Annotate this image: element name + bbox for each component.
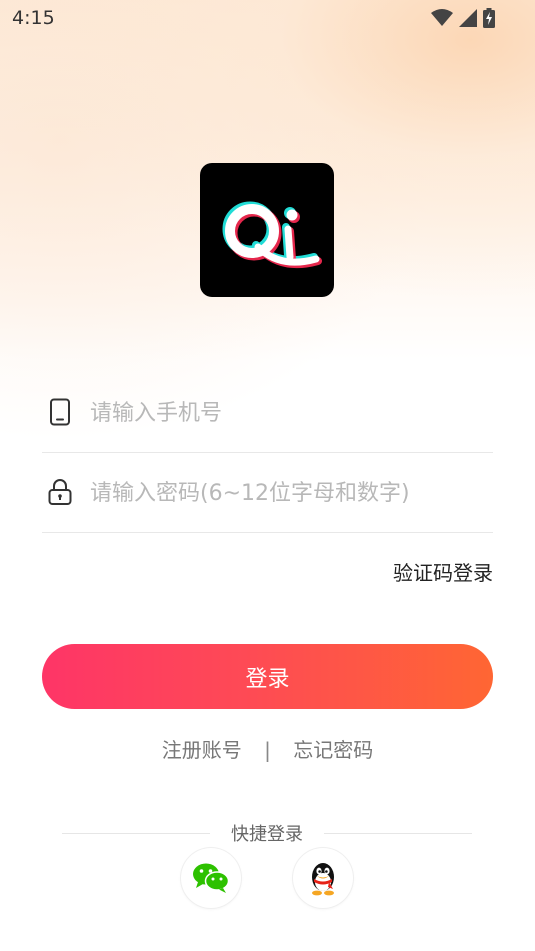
quick-login-header: 快捷登录 bbox=[62, 820, 472, 848]
battery-icon bbox=[483, 8, 495, 28]
register-link[interactable]: 注册账号 bbox=[162, 734, 242, 763]
account-links: 注册账号 | 忘记密码 bbox=[0, 734, 535, 763]
divider-right bbox=[324, 833, 472, 834]
forgot-password-link[interactable]: 忘记密码 bbox=[293, 734, 373, 763]
phone-field bbox=[42, 372, 493, 453]
password-input[interactable] bbox=[88, 470, 492, 516]
qq-login-button[interactable] bbox=[293, 848, 353, 908]
app-logo bbox=[200, 163, 334, 297]
password-field bbox=[42, 452, 493, 533]
signal-icon bbox=[459, 9, 477, 27]
status-icons bbox=[431, 8, 495, 28]
wechat-icon bbox=[193, 863, 230, 893]
status-time: 4:15 bbox=[12, 7, 55, 29]
qq-icon bbox=[312, 863, 334, 896]
lock-icon bbox=[48, 479, 72, 505]
wifi-icon bbox=[431, 9, 453, 26]
verification-code-login-link[interactable]: 验证码登录 bbox=[393, 557, 493, 586]
wechat-login-button[interactable] bbox=[181, 848, 241, 908]
login-button[interactable]: 登录 bbox=[42, 644, 493, 709]
links-separator: | bbox=[264, 738, 271, 762]
phone-icon bbox=[50, 398, 70, 426]
status-bar: 4:15 bbox=[0, 0, 535, 36]
phone-input[interactable] bbox=[88, 390, 492, 436]
